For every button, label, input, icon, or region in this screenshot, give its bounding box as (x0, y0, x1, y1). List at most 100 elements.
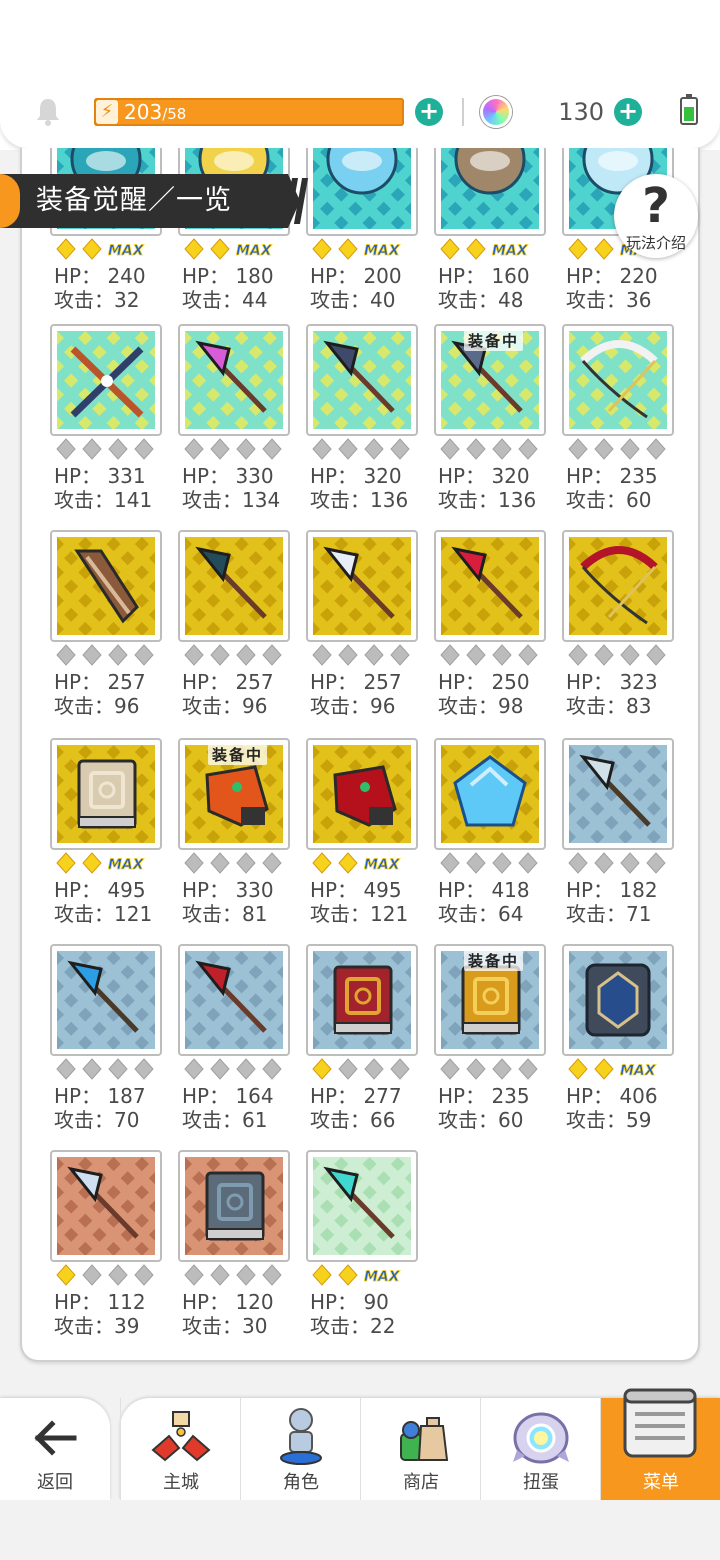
svg-text:MAX: MAX (364, 1269, 401, 1285)
attack-value: 攻击：136 (438, 488, 537, 512)
equipment-icon-frame[interactable] (178, 944, 290, 1056)
awakening-stars: MAX (310, 1264, 420, 1286)
tab-shop[interactable]: 商店 (360, 1398, 480, 1500)
equipment-icon-frame[interactable] (306, 944, 418, 1056)
svg-text:MAX: MAX (364, 243, 401, 259)
equipment-icon-frame[interactable]: 装备中 (178, 738, 290, 850)
tab-label: 商店 (403, 1472, 439, 1493)
attack-value: 攻击：59 (566, 1108, 652, 1132)
equipment-item[interactable]: HP： 277 攻击：66 (306, 944, 426, 1144)
equipment-icon-frame[interactable] (50, 530, 162, 642)
attack-value: 攻击：64 (438, 902, 524, 926)
equipment-icon-frame[interactable] (562, 738, 674, 850)
equipment-icon-frame[interactable] (50, 324, 162, 436)
awakening-stars (54, 1058, 164, 1080)
equipment-icon-frame[interactable] (178, 1150, 290, 1262)
attack-value: 攻击：121 (310, 902, 409, 926)
tab-menu[interactable]: 菜单 (600, 1388, 720, 1500)
book-parchment-icon (57, 745, 155, 843)
equipment-icon-frame[interactable] (434, 148, 546, 236)
tab-main-city[interactable]: 主城 (120, 1398, 240, 1500)
awakening-stars (54, 1264, 164, 1286)
equipment-item[interactable]: 装备中 HP： 235 攻击：60 (434, 944, 554, 1144)
tab-character[interactable]: 角色 (240, 1398, 360, 1500)
equipment-item[interactable]: HP： 257 攻击：96 (50, 530, 170, 730)
equipment-item[interactable]: 装备中 HP： 330 攻击：81 (178, 738, 298, 938)
menu-icon (623, 1388, 697, 1458)
awakening-stars (438, 1058, 548, 1080)
awakening-stars: MAX (182, 238, 292, 260)
equipment-item[interactable]: MAX HP： 495 攻击：121 (50, 738, 170, 938)
svg-text:MAX: MAX (620, 1063, 657, 1079)
awakening-stars (182, 1264, 292, 1286)
equipment-icon-frame[interactable] (562, 324, 674, 436)
equipment-icon-frame[interactable] (562, 944, 674, 1056)
equipment-item[interactable]: HP： 187 攻击：70 (50, 944, 170, 1144)
lightning-icon: ⚡ (96, 100, 118, 124)
equipment-icon-frame[interactable] (50, 738, 162, 850)
staff-gem-icon (185, 331, 283, 429)
equipped-badge: 装备中 (208, 744, 268, 765)
equipment-item[interactable]: HP： 235 攻击：60 (562, 324, 682, 524)
equipment-list-panel[interactable]: MAX HP： 240 攻击：32 MAX HP： 180 攻击：44 MAX HP： 2… (20, 148, 700, 1362)
svg-text:MAX: MAX (108, 243, 145, 259)
attack-value: 攻击：48 (438, 288, 524, 312)
attack-value: 攻击：60 (438, 1108, 524, 1132)
tab-gacha[interactable]: 扭蛋 (480, 1398, 600, 1500)
spear-red-icon (185, 951, 283, 1049)
equipment-icon-frame[interactable] (306, 324, 418, 436)
equipment-icon-frame[interactable] (562, 530, 674, 642)
equipment-icon-frame[interactable]: 装备中 (434, 324, 546, 436)
equipment-icon-frame[interactable] (50, 944, 162, 1056)
svg-text:MAX: MAX (108, 857, 145, 873)
equipment-icon-frame[interactable] (434, 738, 546, 850)
orb-sky-icon (313, 148, 411, 229)
add-gems-button[interactable]: + (614, 98, 642, 126)
svg-text:MAX: MAX (236, 243, 273, 259)
equipment-item[interactable]: HP： 418 攻击：64 (434, 738, 554, 938)
equipment-item[interactable]: HP： 182 攻击：71 (562, 738, 682, 938)
tab-label: 菜单 (643, 1472, 679, 1493)
awakening-stars (54, 438, 164, 460)
equipment-item[interactable]: MAX HP： 406 攻击：59 (562, 944, 682, 1144)
equipment-icon-frame[interactable] (178, 530, 290, 642)
equipment-item[interactable]: 装备中 HP： 320 攻击：136 (434, 324, 554, 524)
equipment-item[interactable]: HP： 323 攻击：83 (562, 530, 682, 730)
attack-value: 攻击：40 (310, 288, 396, 312)
wand-icon (313, 1157, 411, 1255)
attack-value: 攻击：44 (182, 288, 268, 312)
awakening-stars: MAX (54, 852, 164, 874)
equipment-item[interactable]: MAX HP： 200 攻击：40 (306, 148, 426, 324)
awakening-stars (182, 438, 292, 460)
castle-icon (151, 1411, 211, 1462)
bow-red-icon (569, 537, 667, 635)
equipment-icon-frame[interactable] (434, 530, 546, 642)
equipment-item[interactable]: HP： 330 攻击：134 (178, 324, 298, 524)
equipment-item[interactable]: HP： 257 攻击：96 (178, 530, 298, 730)
equipment-item[interactable]: HP： 257 攻击：96 (306, 530, 426, 730)
equipped-badge: 装备中 (464, 950, 524, 971)
equipment-item[interactable]: MAX HP： 90 攻击：22 (306, 1150, 426, 1350)
attack-value: 攻击：36 (566, 288, 652, 312)
equipment-item[interactable]: HP： 250 攻击：98 (434, 530, 554, 730)
equipment-item[interactable]: HP： 331 攻击：141 (50, 324, 170, 524)
bell-icon[interactable] (34, 96, 62, 126)
equipment-item[interactable]: MAX HP： 160 攻击：48 (434, 148, 554, 324)
equipment-icon-frame[interactable] (50, 1150, 162, 1262)
chainsaw-icon (57, 537, 155, 635)
equipment-item[interactable]: MAX HP： 495 攻击：121 (306, 738, 426, 938)
equipment-icon-frame[interactable] (178, 324, 290, 436)
add-stamina-button[interactable]: + (415, 98, 443, 126)
equipment-icon-frame[interactable] (306, 148, 418, 236)
equipment-icon-frame[interactable] (306, 530, 418, 642)
equipment-item[interactable]: HP： 320 攻击：136 (306, 324, 426, 524)
equipment-icon-frame[interactable]: 装备中 (434, 944, 546, 1056)
equipment-item[interactable]: HP： 112 攻击：39 (50, 1150, 170, 1350)
spear-blue-icon (313, 537, 411, 635)
rainbow-gem-icon (480, 96, 512, 128)
equipment-icon-frame[interactable] (306, 738, 418, 850)
equipment-item[interactable]: HP： 164 攻击：61 (178, 944, 298, 1144)
equipment-icon-frame[interactable] (306, 1150, 418, 1262)
attack-value: 攻击：30 (182, 1314, 268, 1338)
equipment-item[interactable]: HP： 120 攻击：30 (178, 1150, 298, 1350)
